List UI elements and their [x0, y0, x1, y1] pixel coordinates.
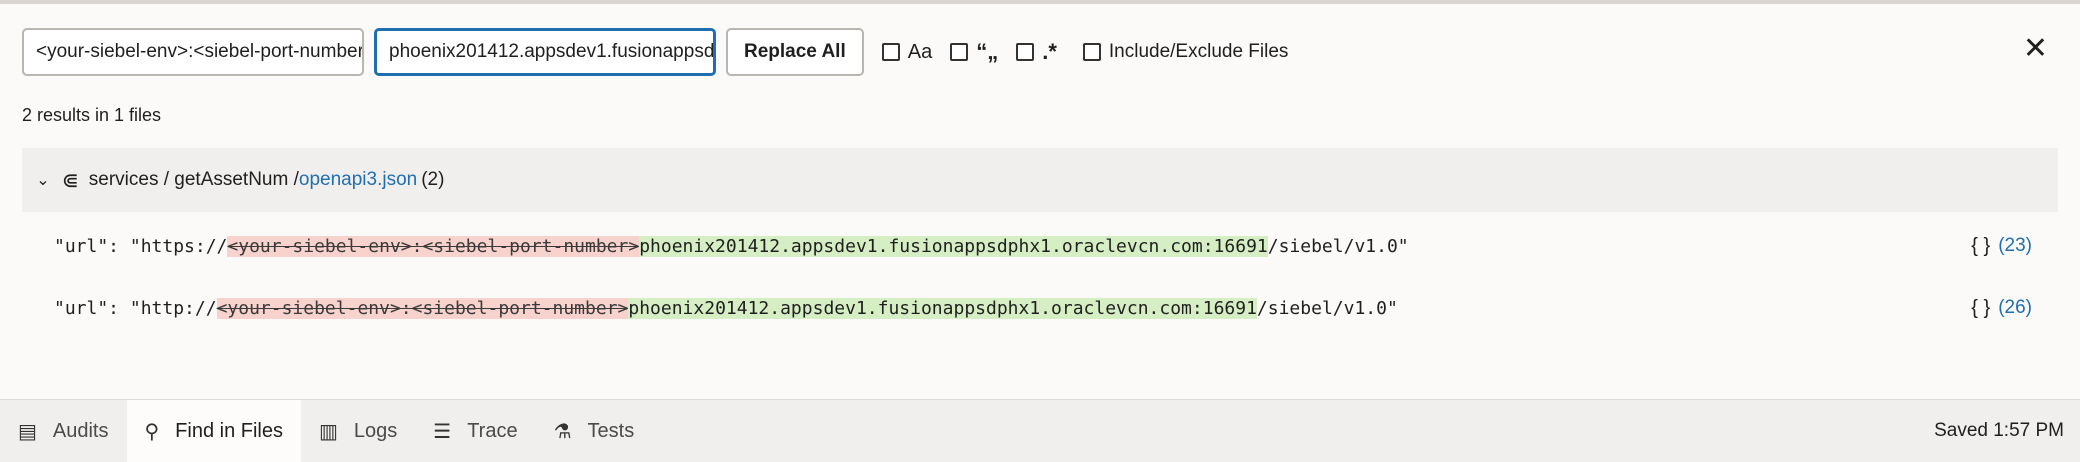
tab-trace[interactable]: ☰ Trace — [415, 400, 535, 462]
json-braces-icon: { } — [1971, 296, 1991, 319]
tab-tests[interactable]: ⚗ Tests — [536, 400, 653, 462]
include-exclude-label: Include/Exclude Files — [1108, 41, 1289, 62]
tab-label: Audits — [52, 419, 109, 442]
deleted-text: <your-siebel-env>:<siebel-port-number> — [216, 297, 629, 319]
line-number-link[interactable]: (26) — [1998, 297, 2032, 319]
file-group-header[interactable]: ⌄ ⋐ services / getAssetNum / openapi3.js… — [22, 148, 2058, 212]
find-input[interactable]: <your-siebel-env>:<siebel-port-number> — [22, 28, 364, 76]
results-summary: 2 results in 1 files — [22, 105, 162, 125]
replace-all-button[interactable]: Replace All — [726, 28, 864, 76]
close-icon[interactable]: ✕ — [2023, 34, 2048, 64]
saved-status: Saved 1:57 PM — [1934, 420, 2064, 441]
line-number-link[interactable]: (23) — [1998, 235, 2032, 257]
match-count: (2) — [421, 169, 445, 190]
tab-label: Find in Files — [175, 419, 283, 442]
match-case-icon: Aa — [907, 40, 933, 63]
tab-find-in-files[interactable]: ⚲ Find in Files — [126, 400, 301, 462]
tab-label: Trace — [467, 419, 518, 442]
tab-label: Tests — [587, 419, 635, 442]
regex-icon: .* — [1042, 39, 1057, 64]
flask-icon: ⚗ — [553, 420, 572, 443]
regex-option[interactable]: .* — [1016, 39, 1057, 65]
match-case-checkbox[interactable] — [881, 43, 900, 61]
result-suffix: /siebel/v1.0" — [1267, 235, 1409, 257]
inserted-text: phoenix201412.appsdev1.fusionappsdphx1.o… — [628, 297, 1257, 319]
tab-logs[interactable]: ▥ Logs — [301, 400, 415, 462]
regex-checkbox[interactable] — [1016, 43, 1035, 61]
tab-label: Logs — [353, 419, 398, 442]
tab-audits[interactable]: ▤ Audits — [0, 400, 127, 462]
whole-word-option[interactable]: “„ — [950, 39, 998, 65]
result-prefix: "url": "http:// — [54, 297, 217, 319]
match-case-option[interactable]: Aa — [881, 40, 933, 64]
search-icon: ⚲ — [144, 420, 160, 443]
logs-icon: ▥ — [318, 420, 338, 443]
service-icon: ⋐ — [62, 169, 79, 192]
search-bar: <your-siebel-env>:<siebel-port-number> p… — [22, 26, 2058, 78]
line-reference[interactable]: { } (26) — [1971, 297, 2032, 320]
result-prefix: "url": "https:// — [54, 235, 228, 257]
json-braces-icon: { } — [1971, 234, 1991, 257]
chevron-down-icon[interactable]: ⌄ — [32, 170, 54, 190]
bottom-tab-bar: ▤ Audits ⚲ Find in Files ▥ Logs ☰ Trace … — [0, 399, 2080, 462]
include-exclude-option[interactable]: Include/Exclude Files — [1082, 41, 1289, 63]
result-row[interactable]: "url": "https://<your-siebel-env>:<siebe… — [54, 226, 2058, 266]
replace-input[interactable]: phoenix201412.appsdev1.fusionappsdphx1 — [374, 28, 716, 76]
include-exclude-checkbox[interactable] — [1082, 43, 1101, 61]
result-row[interactable]: "url": "http://<your-siebel-env>:<siebel… — [54, 288, 2058, 328]
file-path: services / getAssetNum / — [88, 169, 299, 190]
line-reference[interactable]: { } (23) — [1971, 235, 2032, 258]
whole-word-icon: “„ — [976, 39, 999, 64]
audits-icon: ▤ — [18, 420, 37, 443]
whole-word-checkbox[interactable] — [950, 43, 969, 61]
result-suffix: /siebel/v1.0" — [1256, 297, 1398, 319]
inserted-text: phoenix201412.appsdev1.fusionappsdphx1.o… — [639, 235, 1268, 257]
find-in-files-panel: <your-siebel-env>:<siebel-port-number> p… — [0, 0, 2080, 462]
deleted-text: <your-siebel-env>:<siebel-port-number> — [227, 235, 640, 257]
trace-icon: ☰ — [433, 420, 452, 443]
file-name-link[interactable]: openapi3.json — [299, 169, 417, 191]
